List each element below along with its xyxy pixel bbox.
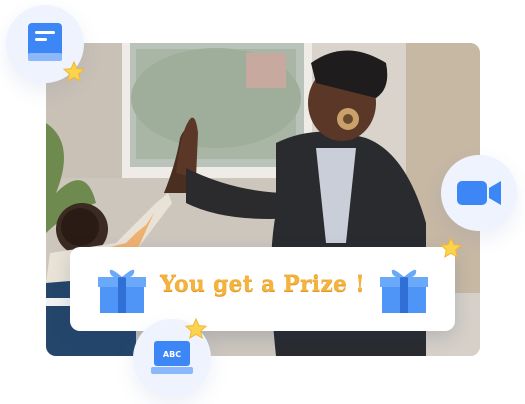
gift-icon xyxy=(380,269,428,313)
star-icon xyxy=(184,317,208,340)
laptop-abc-icon: ABC xyxy=(151,341,193,374)
star-icon xyxy=(439,236,463,259)
prize-card: You get a Prize ! xyxy=(70,247,455,331)
book-icon xyxy=(28,23,62,61)
laptop-screen-text: ABC xyxy=(163,350,181,359)
star-icon xyxy=(62,60,86,83)
video-bubble xyxy=(441,155,517,231)
video-camera-icon xyxy=(457,181,501,205)
